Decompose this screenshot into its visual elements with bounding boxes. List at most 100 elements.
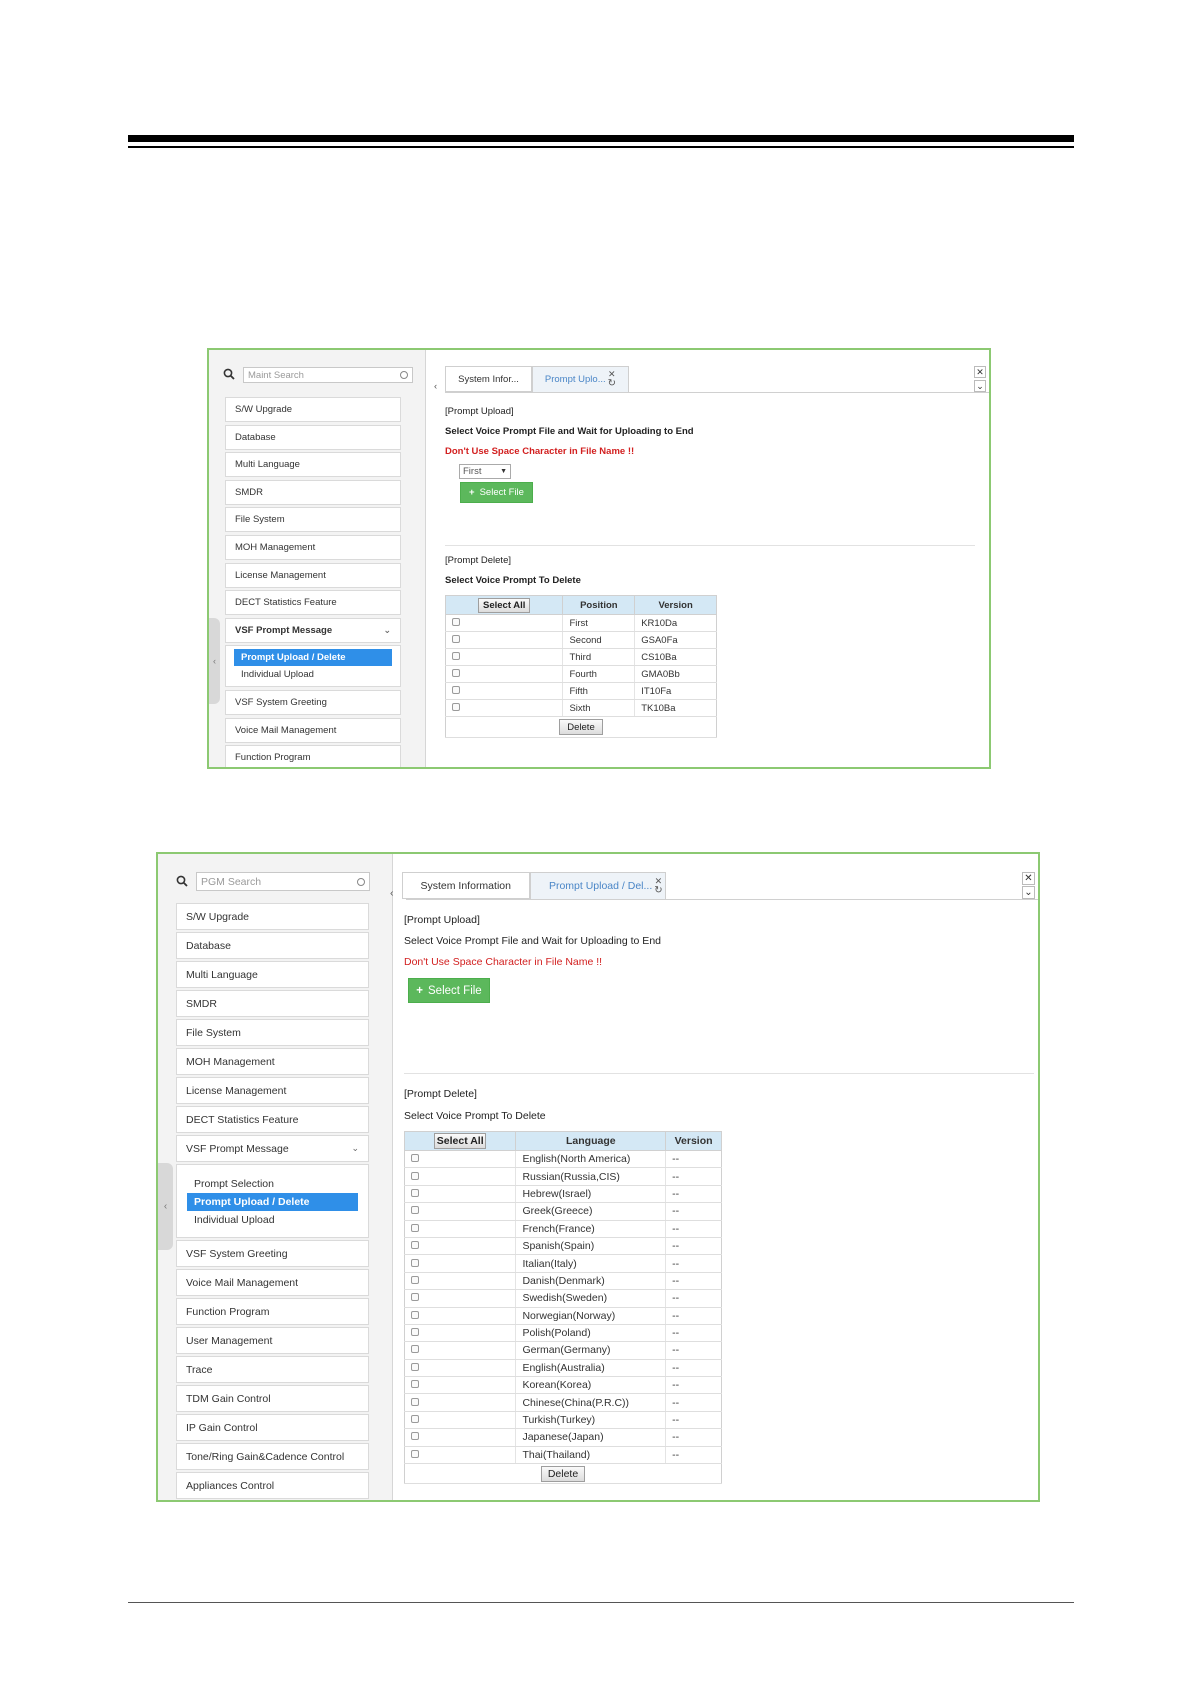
sidebar-collapse-handle[interactable]: ‹ — [209, 618, 220, 704]
row-checkbox[interactable] — [411, 1328, 419, 1337]
row-version: -- — [665, 1376, 722, 1395]
sidebar-item-multi-language[interactable]: Multi Language — [176, 961, 369, 988]
sidebar-collapse-handle[interactable]: ‹ — [158, 1163, 173, 1250]
tab-system-information[interactable]: System Infor... — [445, 366, 532, 392]
close-icon[interactable]: ✕ — [974, 366, 986, 378]
row-checkbox[interactable] — [411, 1241, 419, 1250]
sidebar-item-moh-management[interactable]: MOH Management — [225, 534, 401, 560]
chevron-down-icon[interactable]: ⌄ — [1022, 886, 1035, 899]
screenshot-prompt-upload-language: PGM Search S/W Upgrade Database Multi La… — [156, 852, 1040, 1502]
row-version: -- — [665, 1359, 722, 1378]
submenu-item-prompt-upload-delete[interactable]: Prompt Upload / Delete — [187, 1193, 358, 1211]
sidebar-item-dect-statistics[interactable]: DECT Statistics Feature — [176, 1106, 369, 1133]
search-input[interactable]: Maint Search — [243, 367, 413, 383]
row-version: KR10Da — [634, 614, 717, 632]
delete-section-title: [Prompt Delete] — [445, 555, 511, 566]
row-name: Swedish(Sweden) — [515, 1289, 666, 1308]
refresh-icon[interactable]: ↻ — [654, 885, 662, 896]
sidebar-item-license-management[interactable]: License Management — [225, 562, 401, 588]
sidebar-item-database[interactable]: Database — [176, 932, 369, 959]
row-checkbox[interactable] — [411, 1206, 419, 1215]
search-input[interactable]: PGM Search — [196, 872, 370, 891]
delete-section-title: [Prompt Delete] — [404, 1088, 477, 1100]
close-icon[interactable]: ✕ — [1022, 872, 1035, 885]
delete-button[interactable]: Delete — [559, 719, 603, 735]
row-checkbox[interactable] — [452, 634, 460, 643]
clear-icon[interactable] — [400, 371, 408, 379]
tab-prompt-upload[interactable]: Prompt Upload / Del... ✕ ↻ — [529, 872, 666, 899]
delete-instruction: Select Voice Prompt To Delete — [445, 575, 581, 586]
position-select[interactable]: First ▼ — [459, 464, 511, 479]
tab-scroll-left-button[interactable]: ‹ — [434, 381, 437, 392]
sidebar-item-file-system[interactable]: File System — [176, 1019, 369, 1046]
sidebar-item-trace[interactable]: Trace — [176, 1356, 369, 1383]
sidebar-item-database[interactable]: Database — [225, 424, 401, 450]
column-select-all: Select All — [444, 595, 564, 615]
submenu-item-prompt-selection[interactable]: Prompt Selection — [187, 1175, 358, 1193]
select-file-button[interactable]: + Select File — [408, 978, 490, 1003]
sidebar-item-moh-management[interactable]: MOH Management — [176, 1048, 369, 1075]
submenu-item-prompt-upload-delete[interactable]: Prompt Upload / Delete — [234, 649, 392, 667]
select-file-button[interactable]: + Select File — [460, 482, 533, 503]
sidebar-item-tone-ring-gain[interactable]: Tone/Ring Gain&Cadence Control — [176, 1443, 369, 1470]
submenu-item-individual-upload[interactable]: Individual Upload — [187, 1211, 358, 1229]
sidebar-item-vsf-system-greeting[interactable]: VSF System Greeting — [176, 1240, 369, 1267]
sidebar-item-file-system[interactable]: File System — [225, 507, 401, 533]
sidebar-item-function-program[interactable]: Function Program — [225, 745, 401, 767]
row-checkbox[interactable] — [452, 617, 460, 626]
row-checkbox[interactable] — [411, 1188, 419, 1197]
row-checkbox[interactable] — [452, 668, 460, 677]
sidebar-item-user-management[interactable]: User Management — [176, 1327, 369, 1354]
row-checkbox[interactable] — [411, 1258, 419, 1267]
sidebar-item-vsf-prompt-message[interactable]: VSF Prompt Message ⌄ — [176, 1135, 369, 1162]
table-row: Russian(Russia,CIS) -- — [404, 1167, 722, 1186]
sidebar-item-appliances-control[interactable]: Appliances Control — [176, 1472, 369, 1499]
chevron-down-icon[interactable]: ⌄ — [974, 380, 986, 392]
sidebar-item-smdr[interactable]: SMDR — [176, 990, 369, 1017]
sidebar-item-vsf-prompt-message[interactable]: VSF Prompt Message ⌄ — [225, 617, 401, 643]
tab-system-information[interactable]: System Information — [401, 872, 530, 899]
sidebar-item-label: Database — [186, 939, 231, 952]
search-icon[interactable] — [223, 368, 237, 382]
select-all-button[interactable]: Select All — [434, 1133, 487, 1149]
row-checkbox[interactable] — [411, 1432, 419, 1441]
row-checkbox[interactable] — [452, 651, 460, 660]
row-checkbox[interactable] — [411, 1345, 419, 1354]
sidebar-search: Maint Search — [223, 367, 413, 383]
sidebar-item-voice-mail-management[interactable]: Voice Mail Management — [176, 1269, 369, 1296]
delete-button[interactable]: Delete — [541, 1465, 585, 1482]
sidebar-item-license-management[interactable]: License Management — [176, 1077, 369, 1104]
row-checkbox[interactable] — [411, 1275, 419, 1284]
row-checkbox[interactable] — [411, 1397, 419, 1406]
search-icon[interactable] — [176, 875, 190, 889]
row-checkbox[interactable] — [411, 1380, 419, 1389]
row-checkbox[interactable] — [411, 1449, 419, 1458]
sidebar-item-dect-statistics[interactable]: DECT Statistics Feature — [225, 590, 401, 616]
sidebar-item-ip-gain-control[interactable]: IP Gain Control — [176, 1414, 369, 1441]
row-checkbox[interactable] — [411, 1154, 419, 1163]
select-all-button[interactable]: Select All — [478, 597, 531, 613]
row-checkbox[interactable] — [411, 1310, 419, 1319]
sidebar-item-function-program[interactable]: Function Program — [176, 1298, 369, 1325]
sidebar-item-label: Function Program — [186, 1305, 270, 1318]
row-checkbox[interactable] — [411, 1171, 419, 1180]
sidebar-item-tdm-gain-control[interactable]: TDM Gain Control — [176, 1385, 369, 1412]
sidebar-item-sw-upgrade[interactable]: S/W Upgrade — [225, 397, 401, 422]
sidebar-item-multi-language[interactable]: Multi Language — [225, 452, 401, 478]
sidebar-item-sw-upgrade[interactable]: S/W Upgrade — [176, 903, 369, 930]
row-checkbox[interactable] — [452, 685, 460, 694]
sidebar-item-smdr[interactable]: SMDR — [225, 479, 401, 505]
tab-prompt-upload[interactable]: Prompt Uplo... ✕ ↻ — [531, 366, 629, 392]
row-checkbox[interactable] — [411, 1223, 419, 1232]
submenu-item-individual-upload[interactable]: Individual Upload — [234, 666, 392, 683]
row-name: Fourth — [562, 665, 635, 683]
row-checkbox[interactable] — [411, 1293, 419, 1302]
refresh-icon[interactable]: ↻ — [608, 379, 616, 389]
tab-scroll-left-button[interactable]: ‹ — [390, 887, 394, 899]
clear-icon[interactable] — [357, 877, 365, 886]
sidebar-item-vsf-system-greeting[interactable]: VSF System Greeting — [225, 689, 401, 715]
sidebar-item-voice-mail-management[interactable]: Voice Mail Management — [225, 717, 401, 743]
row-checkbox[interactable] — [411, 1415, 419, 1424]
row-checkbox[interactable] — [411, 1362, 419, 1371]
row-checkbox[interactable] — [452, 702, 460, 711]
